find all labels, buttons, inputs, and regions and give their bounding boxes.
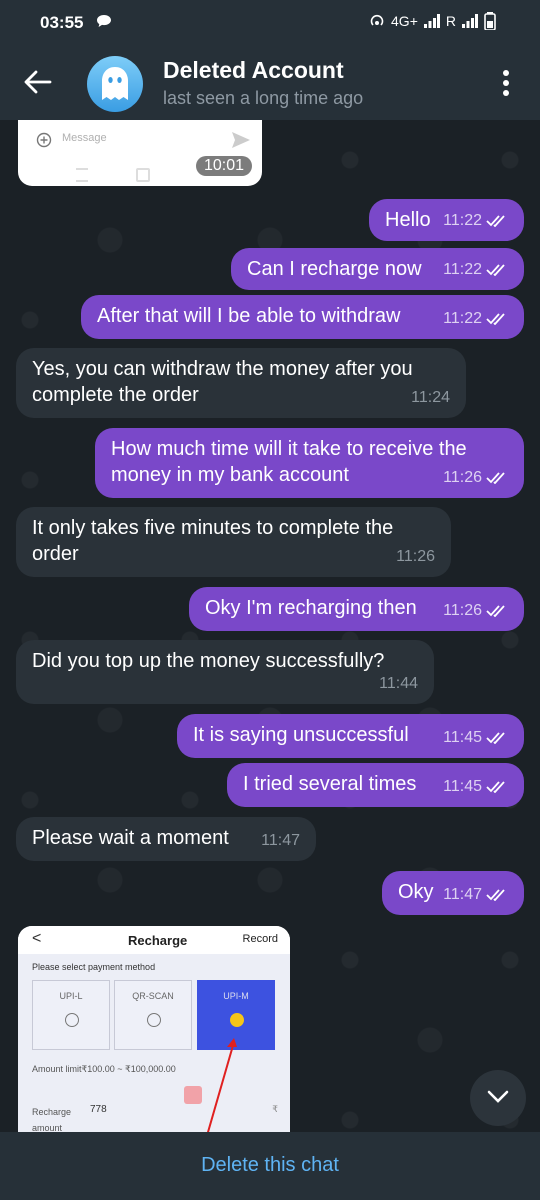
read-ticks-icon <box>486 889 505 901</box>
more-options-icon[interactable] <box>500 68 512 98</box>
message-placeholder: Message <box>62 132 107 144</box>
message-time: 11:22 <box>443 212 482 229</box>
read-ticks-icon <box>486 215 505 227</box>
battery-icon <box>484 12 496 30</box>
hotspot-icon <box>370 14 384 26</box>
ghost-icon <box>102 67 128 100</box>
chat-last-seen: last seen a long time ago <box>163 88 364 108</box>
message-bubble[interactable]: Can I recharge now 11:22 <box>231 248 524 290</box>
message-text: It is saying unsuccessful <box>193 724 409 746</box>
chevron-down-icon <box>487 1090 509 1103</box>
message-bubble[interactable]: After that will I be able to withdraw 11… <box>81 295 524 339</box>
message-bubble[interactable]: I tried several times 11:45 <box>227 763 524 807</box>
nav-menu-icon <box>76 168 88 182</box>
message-text: Please wait a moment <box>32 827 229 849</box>
nav-square-icon <box>136 168 150 182</box>
message-time: 11:47 <box>443 886 482 903</box>
message-text: Hello <box>385 209 431 231</box>
signal-icon-2 <box>462 14 478 28</box>
message-text: Oky I'm recharging then <box>205 597 417 619</box>
add-icon <box>36 132 52 148</box>
chat-notification-icon <box>97 15 111 27</box>
send-icon <box>232 132 250 148</box>
message-bubble[interactable]: Hello 11:22 <box>369 199 524 241</box>
message-bubble[interactable]: It only takes five minutes to complete t… <box>16 507 451 577</box>
image-message[interactable]: Message 10:01 <box>18 120 262 186</box>
message-list[interactable]: Message 10:01 Hello 11:22 Can I recharge… <box>0 120 540 1132</box>
message-text-line: How much time will it take to receive th… <box>111 438 467 460</box>
message-text-line: It only takes five minutes to complete t… <box>32 517 394 539</box>
message-time: 10:01 <box>195 156 252 176</box>
message-time: 11:45 <box>443 729 482 746</box>
message-bubble[interactable]: Yes, you can withdraw the money after yo… <box>16 348 466 418</box>
message-time: 11:26 <box>443 602 482 619</box>
message-time: 11:26 <box>396 548 435 565</box>
message-bubble[interactable]: It is saying unsuccessful 11:45 <box>177 714 524 758</box>
message-text: Oky <box>398 881 434 903</box>
message-time: 11:22 <box>443 310 482 327</box>
scroll-down-button[interactable] <box>470 1070 526 1126</box>
read-ticks-icon <box>486 313 505 325</box>
red-arrow-annotation <box>206 1038 237 1132</box>
status-time: 03:55 <box>40 13 84 32</box>
message-text: Did you top up the money successfully? <box>32 650 385 672</box>
chat-header: Deleted Account last seen a long time ag… <box>0 44 540 120</box>
read-ticks-icon <box>486 264 505 276</box>
signal-icon <box>423 14 440 28</box>
message-bubble[interactable]: Oky 11:47 <box>382 871 524 915</box>
read-ticks-icon <box>486 472 505 484</box>
read-ticks-icon <box>486 605 505 617</box>
screenshot-image-message[interactable]: < Recharge Record Please select payment … <box>18 926 290 1132</box>
delete-chat-button[interactable]: Delete this chat <box>0 1154 540 1177</box>
message-text: I tried several times <box>243 773 417 795</box>
message-bubble[interactable]: Oky I'm recharging then 11:26 <box>189 587 524 631</box>
avatar[interactable] <box>87 56 143 112</box>
message-time: 11:24 <box>411 389 450 406</box>
message-text: After that will I be able to withdraw <box>97 305 401 327</box>
bottom-bar: Delete this chat <box>0 1132 540 1200</box>
message-bubble[interactable]: How much time will it take to receive th… <box>95 428 524 498</box>
message-text-line: Yes, you can withdraw the money after yo… <box>32 358 413 380</box>
message-bubble[interactable]: Please wait a moment 11:47 <box>16 817 316 861</box>
message-time: 11:26 <box>443 469 482 486</box>
message-text: Can I recharge now <box>247 258 422 280</box>
message-time: 11:44 <box>379 675 418 692</box>
message-time: 11:45 <box>443 778 482 795</box>
message-bubble[interactable]: Did you top up the money successfully? 1… <box>16 640 434 704</box>
message-text-line: order <box>32 543 79 565</box>
message-time: 11:47 <box>261 832 300 849</box>
network-type: 4G+ <box>391 13 418 29</box>
message-time: 11:22 <box>443 261 482 278</box>
read-ticks-icon <box>486 732 505 744</box>
message-text-line: complete the order <box>32 384 199 406</box>
status-indicators: 4G+ R <box>369 12 496 30</box>
read-ticks-icon <box>486 781 505 793</box>
chat-title[interactable]: Deleted Account <box>163 57 344 84</box>
back-arrow-icon[interactable] <box>24 70 52 94</box>
roaming-indicator: R <box>445 13 456 29</box>
status-bar: 03:55 4G+ R <box>0 0 540 44</box>
